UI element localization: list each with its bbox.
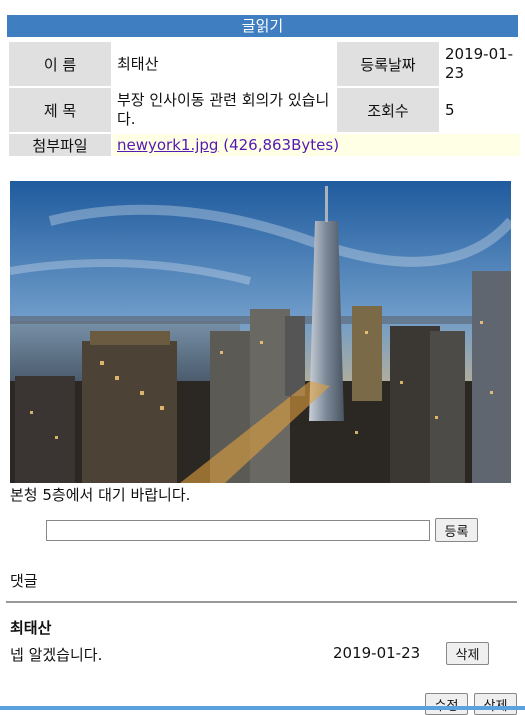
attached-photo xyxy=(10,181,511,483)
edit-button[interactable]: 수정 xyxy=(425,693,468,715)
attach-cell: newyork1.jpg (426,863Bytes) xyxy=(113,134,520,156)
date-label: 등록날짜 xyxy=(337,42,439,86)
name-label: 이 름 xyxy=(9,42,111,86)
attachment-size: (426,863Bytes) xyxy=(223,136,340,154)
comment-text: 넵 알겠습니다. xyxy=(10,646,103,664)
page-title: 글읽기 xyxy=(7,15,518,37)
comment-date: 2019-01-23 xyxy=(333,644,421,662)
subject-value: 부장 인사이동 관련 회의가 있습니다. xyxy=(113,88,335,132)
comments-heading: 댓글 xyxy=(10,572,38,590)
attachment-link[interactable]: newyork1.jpg xyxy=(117,136,218,154)
divider xyxy=(6,601,517,603)
views-value: 5 xyxy=(441,88,520,132)
views-label: 조회수 xyxy=(337,88,439,132)
comment-delete-button[interactable]: 삭제 xyxy=(446,642,489,665)
subject-label: 제 목 xyxy=(9,88,111,132)
date-value: 2019-01-23 xyxy=(441,42,520,86)
attach-label: 첨부파일 xyxy=(9,134,111,156)
city-skyline-image xyxy=(10,181,511,483)
comment-input[interactable] xyxy=(46,520,430,541)
comment-author: 최태산 xyxy=(10,619,52,637)
name-value: 최태산 xyxy=(113,42,335,86)
comment-submit-button[interactable]: 등록 xyxy=(435,518,478,542)
bottom-border xyxy=(0,706,525,710)
post-info-table: 이 름 최태산 등록날짜 2019-01-23 제 목 부장 인사이동 관련 회… xyxy=(7,40,522,158)
delete-post-button[interactable]: 삭제 xyxy=(474,693,517,715)
post-body: 본청 5층에서 대기 바랍니다. xyxy=(10,486,191,504)
